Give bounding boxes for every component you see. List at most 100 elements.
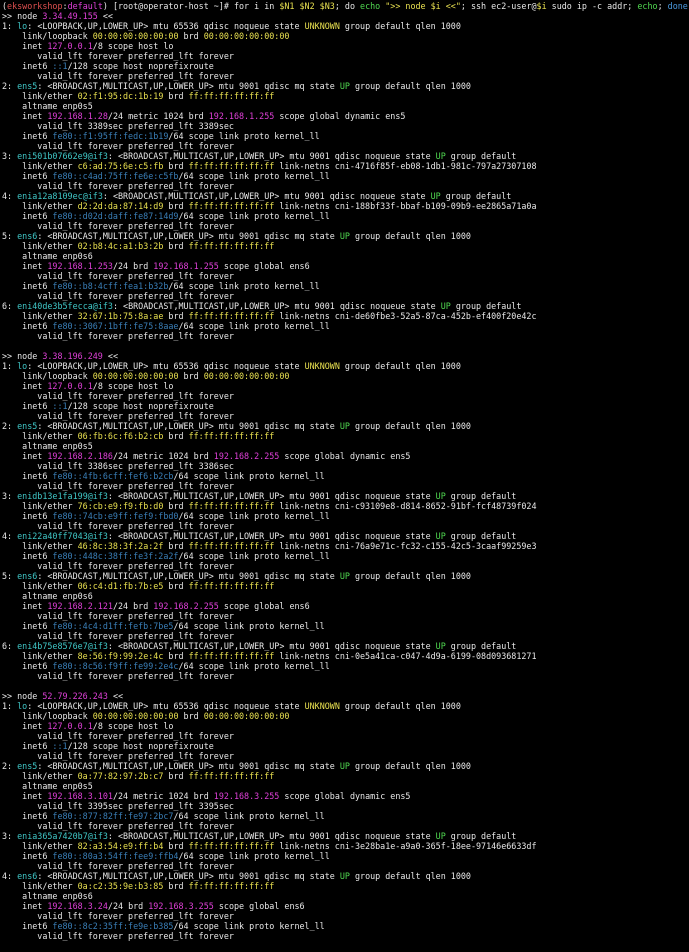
terminal-text: valid_lft forever preferred_lft forever [2, 861, 234, 871]
terminal-text: c6:ad:75:6e:c5:fb [77, 161, 164, 171]
terminal-text: 127.0.0.1 [47, 41, 93, 51]
terminal-text: /24 metric 1024 brd [112, 451, 214, 461]
terminal-line: 5: ens6: <BROADCAST,MULTICAST,UP,LOWER_U… [2, 571, 689, 581]
terminal-text: brd [163, 651, 189, 661]
terminal-line: valid_lft 3389sec preferred_lft 3389sec [2, 121, 689, 131]
terminal-text: : <BROADCAST,MULTICAST,UP,LOWER_UP> mtu … [107, 151, 436, 161]
terminal-text: valid_lft forever preferred_lft forever [2, 631, 234, 641]
terminal-text: ff:ff:ff:ff:ff:ff [188, 311, 275, 321]
terminal-text: ens6 [17, 231, 38, 241]
terminal-text: UP [435, 491, 446, 501]
terminal-text: 4: [2, 531, 18, 541]
terminal-line: 6: eni40de3b5fecca@if3: <BROADCAST,MULTI… [2, 301, 689, 311]
terminal-text: inet6 [2, 621, 53, 631]
terminal-text: fe80::74cb:e9ff:fef9:fbd0 [52, 511, 179, 521]
terminal-text: 46:8c:38:3f:2a:2f [77, 541, 164, 551]
terminal-text: 3: [2, 831, 18, 841]
terminal-text: /24 metric 1024 brd [112, 791, 214, 801]
terminal-line: link/ether 06:fb:6c:f6:b2:cb brd ff:ff:f… [2, 431, 689, 441]
terminal-line: >> node 3.34.49.155 << [2, 11, 689, 21]
terminal-text: fe80::f1:95ff:fedc:1b19 [52, 131, 169, 141]
terminal-text: link/ether [2, 841, 78, 851]
terminal-text: fe80::c4ad:75ff:fe6e:c5fb [52, 171, 179, 181]
terminal-text: link/ether [2, 881, 78, 891]
terminal-text: brd [178, 31, 204, 41]
terminal-line: 4: enia12a8109ec@if3: <BROADCAST,MULTICA… [2, 191, 689, 201]
terminal-text: fe80::3067:1bff:fe75:8aae [52, 321, 179, 331]
terminal-text: : <BROADCAST,MULTICAST,UP,LOWER_UP> mtu … [107, 831, 436, 841]
terminal-text: /128 scope host noprefixroute [67, 61, 214, 71]
terminal-text: scope global dynamic ens5 [279, 791, 411, 801]
terminal-text: brd [163, 241, 189, 251]
terminal-line: valid_lft forever preferred_lft forever [2, 411, 689, 421]
terminal-text: ens6 [17, 571, 38, 581]
terminal-text: inet [2, 791, 48, 801]
terminal-text: ff:ff:ff:ff:ff:ff [188, 841, 275, 851]
terminal-text: scope global ens6 [218, 601, 310, 611]
terminal-text: 00:00:00:00:00:00 [92, 31, 179, 41]
terminal-line: 3: enidb13e1fa199@if3: <BROADCAST,MULTIC… [2, 491, 689, 501]
terminal-text: ff:ff:ff:ff:ff:ff [188, 881, 275, 891]
terminal-line: 1: lo: <LOOPBACK,UP,LOWER_UP> mtu 65536 … [2, 21, 689, 31]
terminal-text: 8e:56:f9:99:2e:4c [77, 651, 164, 661]
terminal-line: valid_lft forever preferred_lft forever [2, 51, 689, 61]
terminal-text: : <BROADCAST,MULTICAST,UP,LOWER_UP> mtu … [37, 571, 340, 581]
terminal-line: valid_lft forever preferred_lft forever [2, 751, 689, 761]
terminal-text: : <BROADCAST,MULTICAST,UP,LOWER_UP> mtu … [107, 531, 436, 541]
terminal-line: link/ether 46:8c:38:3f:2a:2f brd ff:ff:f… [2, 541, 689, 551]
terminal-line: valid_lft forever preferred_lft forever [2, 931, 689, 941]
terminal-text: inet [2, 451, 48, 461]
terminal-text: ; do [334, 1, 361, 11]
terminal-text: 192.168.2.121 [47, 601, 113, 611]
terminal-line: altname enp0s5 [2, 441, 689, 451]
terminal-text: /64 scope link proto kernel_ll [178, 171, 330, 181]
terminal-text: link/ether [2, 501, 78, 511]
terminal-line: inet 192.168.2.121/24 brd 192.168.2.255 … [2, 601, 689, 611]
terminal-line: altname enp0s5 [2, 101, 689, 111]
terminal-text: group default qlen 1000 [349, 871, 471, 881]
terminal-text: 82:a3:54:e9:ff:b4 [77, 841, 164, 851]
terminal-text: ff:ff:ff:ff:ff:ff [188, 771, 275, 781]
terminal-text: 192.168.3.255 [213, 791, 280, 801]
terminal-line: valid_lft 3395sec preferred_lft 3395sec [2, 801, 689, 811]
terminal-text: valid_lft forever preferred_lft forever [2, 911, 234, 921]
terminal-text: /128 scope host noprefixroute [67, 401, 214, 411]
terminal-line: 4: eni22a40ff7043@if3: <BROADCAST,MULTIC… [2, 531, 689, 541]
terminal-text: : <BROADCAST,MULTICAST,UP,LOWER_UP> mtu … [107, 491, 436, 501]
terminal-line: link/ether 0a:c2:35:9e:b3:85 brd ff:ff:f… [2, 881, 689, 891]
terminal-text: fe80::8c2:35ff:fe9e:b385 [52, 921, 174, 931]
terminal-text: 5: [2, 231, 18, 241]
terminal-line: link/ether 76:cb:e9:f9:fb:d0 brd ff:ff:f… [2, 501, 689, 511]
terminal-line: valid_lft forever preferred_lft forever [2, 331, 689, 341]
terminal-text: 192.168.3.24 [47, 901, 108, 911]
terminal-text: fe80::4fb:6cff:fef6:b2cb [52, 471, 174, 481]
terminal-text: 127.0.0.1 [47, 721, 93, 731]
terminal-text: 4: [2, 191, 18, 201]
terminal-text: 2: [2, 761, 18, 771]
terminal-text: valid_lft forever preferred_lft forever [2, 611, 234, 621]
terminal-text: group default [440, 191, 512, 201]
terminal-line: valid_lft forever preferred_lft forever [2, 271, 689, 281]
terminal-output[interactable]: (eksworkshop:default) [root@operator-hos… [0, 0, 689, 952]
terminal-line: 6: eni4b75e8576e7@if3: <BROADCAST,MULTIC… [2, 641, 689, 651]
terminal-text: /64 scope link proto kernel_ll [178, 211, 330, 221]
terminal-text: inet6 [2, 551, 53, 561]
terminal-text: UP [339, 571, 350, 581]
terminal-text: UNKNOWN [304, 701, 340, 711]
terminal-text: ">> node $i <<" [385, 1, 461, 11]
terminal-text: 3.34.49.155 [42, 11, 98, 21]
terminal-text: group default qlen 1000 [339, 361, 461, 371]
terminal-text: 192.168.2.255 [153, 601, 219, 611]
terminal-line: inet6 fe80::4c4:d1ff:fefb:7be5/64 scope … [2, 621, 689, 631]
terminal-text: echo [637, 1, 658, 11]
terminal-text: 192.168.1.28 [47, 111, 108, 121]
terminal-text: inet [2, 721, 48, 731]
terminal-text: valid_lft forever preferred_lft forever [2, 51, 234, 61]
terminal-line: 2: ens5: <BROADCAST,MULTICAST,UP,LOWER_U… [2, 761, 689, 771]
terminal-text: /64 scope link proto kernel_ll [178, 321, 330, 331]
terminal-text: link-netns cni-76a9e71c-fc32-c155-42c5-3… [274, 541, 537, 551]
terminal-text: valid_lft forever preferred_lft forever [2, 751, 234, 761]
terminal-text: UP [339, 81, 350, 91]
terminal-text: UP [435, 531, 446, 541]
terminal-text: ff:ff:ff:ff:ff:ff [188, 581, 275, 591]
